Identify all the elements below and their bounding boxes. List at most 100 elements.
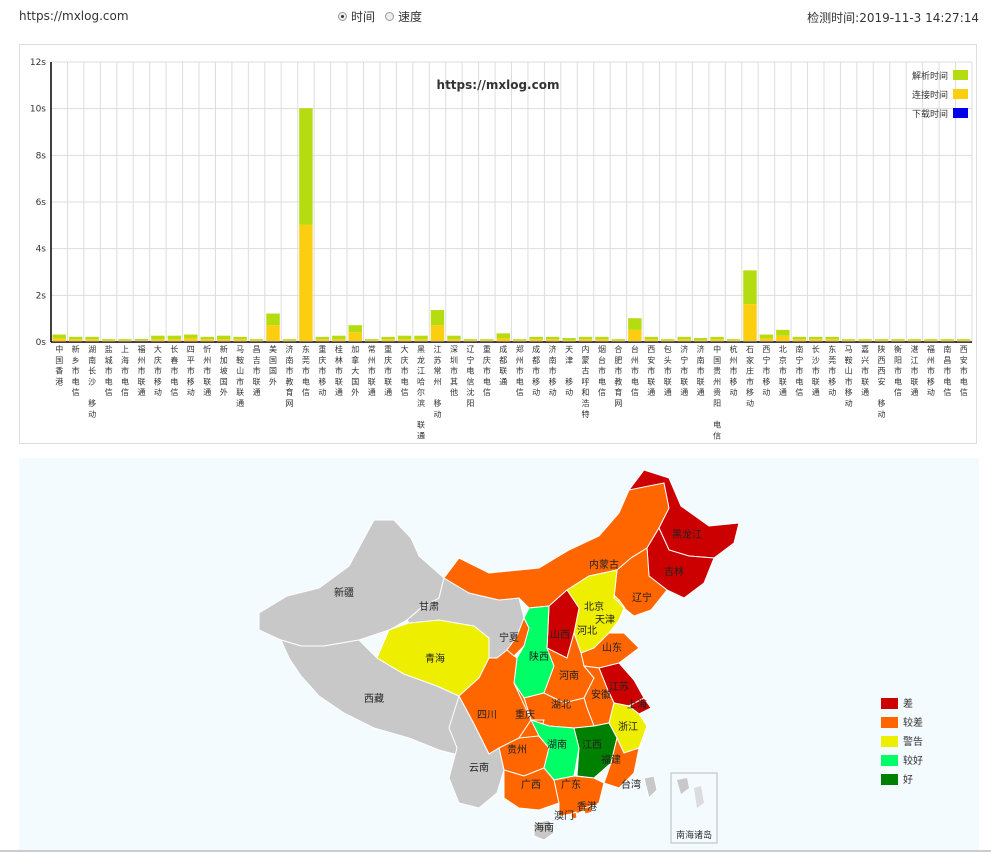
bar-segment bbox=[200, 339, 214, 342]
bar-segment bbox=[249, 340, 264, 342]
province-label: 贵州 bbox=[507, 743, 527, 756]
province-label: 青海 bbox=[425, 652, 445, 665]
bar-segment bbox=[184, 341, 198, 343]
province-label: 辽宁 bbox=[632, 591, 652, 604]
bar-segment bbox=[759, 334, 774, 339]
bar-segment bbox=[891, 341, 905, 343]
bar-segment bbox=[644, 339, 659, 342]
bar-segment bbox=[611, 340, 626, 342]
x-tick-label: 加拿大国外 bbox=[351, 344, 359, 397]
radio-checked-icon[interactable] bbox=[338, 12, 347, 21]
bar-segment bbox=[940, 339, 955, 341]
inset-island bbox=[677, 778, 689, 794]
bar-segment bbox=[809, 339, 823, 342]
bar-segment bbox=[364, 339, 379, 341]
china-map-svg: 新疆西藏 青海 甘肃 内蒙古 黑龙江吉林辽宁北京天津河北宁夏 山西陕西 山东河南江苏安徽上海… bbox=[258, 469, 923, 844]
bar-segment bbox=[496, 341, 510, 343]
bar-segment bbox=[595, 339, 609, 342]
bar-segment bbox=[891, 339, 905, 341]
x-tick-label: 常州市联通 bbox=[368, 345, 376, 397]
bar-segment bbox=[397, 335, 412, 340]
bar-segment bbox=[743, 341, 757, 343]
bar-segment bbox=[447, 341, 461, 343]
bar-segment bbox=[167, 341, 182, 343]
bar-segment bbox=[578, 339, 593, 342]
bar-segment bbox=[924, 341, 938, 343]
bar-segment bbox=[348, 332, 362, 342]
bar-segment bbox=[710, 336, 724, 340]
bar-segment bbox=[726, 341, 741, 343]
province-label: 甘肃 bbox=[419, 600, 439, 613]
x-tick-label: 西安市联通 bbox=[647, 345, 655, 397]
province-label: 河南 bbox=[559, 669, 579, 682]
bar-segment bbox=[874, 339, 889, 341]
radio-unchecked-icon[interactable] bbox=[385, 12, 395, 21]
radio-time-label: 时间 bbox=[351, 10, 376, 24]
province-label: 吉林 bbox=[664, 565, 684, 578]
check-time-value: 2019-11-3 14:27:14 bbox=[859, 11, 979, 25]
x-tick-label: 马鞍山市移动 bbox=[845, 345, 853, 408]
bar-segment bbox=[545, 341, 560, 343]
bar-segment bbox=[216, 341, 231, 343]
province-label: 浙江 bbox=[618, 721, 638, 733]
bar-segment bbox=[874, 341, 889, 343]
province-label: 台湾 bbox=[621, 778, 641, 791]
bar-segment bbox=[447, 335, 461, 340]
bar-segment bbox=[858, 340, 872, 342]
bar-segment bbox=[529, 336, 543, 340]
province-label: 重庆 bbox=[515, 708, 535, 721]
bar-segment bbox=[101, 340, 116, 342]
bar-segment bbox=[693, 341, 708, 343]
province-label: 新疆 bbox=[334, 586, 354, 599]
x-tick-label: 成都市移动 bbox=[532, 344, 540, 397]
bar-segment bbox=[661, 341, 675, 343]
bar-segment bbox=[52, 334, 66, 339]
bar-segment bbox=[397, 339, 412, 342]
bar-segment bbox=[529, 339, 543, 342]
legend-swatch bbox=[953, 70, 968, 80]
bar-segment bbox=[677, 339, 691, 342]
y-tick-label: 6s bbox=[36, 198, 47, 208]
bar-segment bbox=[151, 341, 165, 343]
x-tick-label: 重庆市移动 bbox=[318, 344, 326, 397]
site-url: https://mxlog.com bbox=[19, 9, 129, 23]
x-tick-label: 济南市教育网 bbox=[285, 344, 293, 408]
bar-segment bbox=[184, 338, 198, 342]
radio-time[interactable]: 时间 bbox=[338, 8, 375, 25]
bar-segment bbox=[480, 339, 494, 341]
x-tick-label: 西安市电信 bbox=[960, 345, 968, 397]
bar-segment bbox=[68, 341, 83, 343]
x-tick-label: 四平市移动 bbox=[187, 345, 195, 397]
bar-segment bbox=[858, 339, 872, 341]
bar-segment bbox=[611, 339, 626, 341]
x-tick-label: 成都联通 bbox=[499, 344, 507, 386]
bar-segment bbox=[924, 339, 938, 341]
bar-segment bbox=[677, 336, 691, 340]
bar-segment bbox=[216, 335, 231, 340]
x-tick-label: 中国香港 bbox=[55, 344, 63, 386]
x-tick-label: 桂林市联通 bbox=[335, 344, 343, 397]
x-tick-label: 中国贵州贵阳 电信 bbox=[713, 344, 721, 440]
bar-segment bbox=[118, 341, 132, 343]
bar-segment bbox=[315, 339, 330, 342]
bar-segment bbox=[628, 341, 642, 343]
bar-segment bbox=[68, 336, 83, 340]
bar-segment bbox=[628, 318, 642, 330]
bar-segment bbox=[332, 339, 346, 342]
legend-label: 下载时间 bbox=[912, 108, 948, 120]
x-tick-label: 长沙市联通 bbox=[812, 344, 820, 397]
bar-segment bbox=[776, 329, 790, 336]
bar-segment bbox=[463, 340, 478, 342]
bar-segment bbox=[841, 339, 856, 341]
bar-segment bbox=[841, 341, 856, 343]
radio-speed[interactable]: 速度 bbox=[385, 8, 422, 25]
province-label: 福建 bbox=[601, 753, 621, 766]
province-台湾[interactable] bbox=[643, 775, 658, 799]
bar-segment bbox=[447, 339, 461, 342]
x-tick-label: 济宁市联通 bbox=[680, 344, 688, 397]
bar-segment bbox=[315, 336, 330, 340]
bar-segment bbox=[858, 341, 872, 343]
bar-segment bbox=[595, 341, 609, 343]
bar-segment bbox=[825, 336, 839, 340]
check-time-label: 检测时间: bbox=[807, 11, 860, 25]
